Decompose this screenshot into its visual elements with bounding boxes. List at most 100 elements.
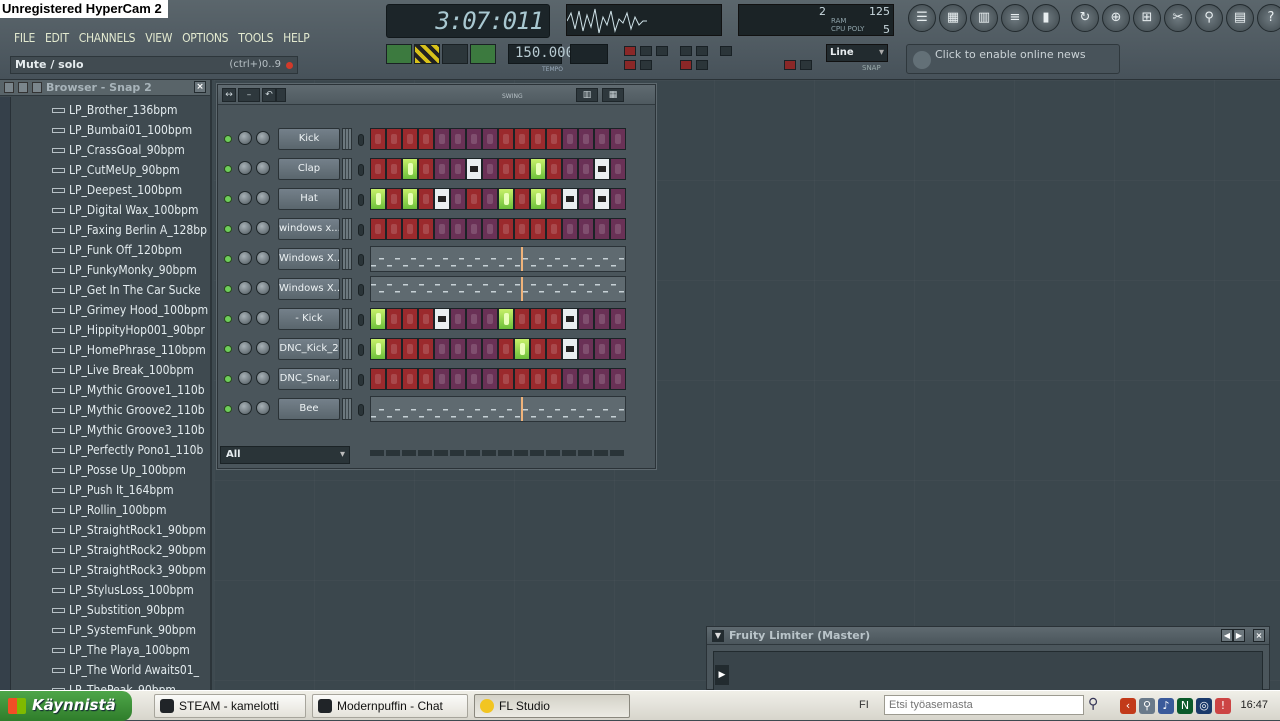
browser-options-button[interactable] [18, 82, 28, 93]
mixer-icon[interactable]: ▮ [1032, 4, 1060, 32]
step-button[interactable] [610, 128, 626, 150]
piano-roll-preview[interactable] [370, 276, 626, 302]
step-button[interactable] [562, 308, 578, 330]
tray-security-icon[interactable]: ! [1215, 698, 1231, 714]
pan-knob[interactable] [238, 281, 252, 295]
channel-name-button[interactable]: Bee [278, 398, 340, 420]
step-button[interactable] [610, 188, 626, 210]
mute-led-icon[interactable] [224, 405, 232, 413]
step-button[interactable] [386, 158, 402, 180]
close-icon[interactable]: × [1253, 629, 1265, 642]
step-button[interactable] [434, 158, 450, 180]
blend-toggle[interactable] [624, 60, 636, 70]
step-button[interactable] [402, 338, 418, 360]
step-button[interactable] [594, 308, 610, 330]
save-icon[interactable]: ⊕ [1102, 4, 1130, 32]
channel-name-button[interactable]: Hat [278, 188, 340, 210]
step-button[interactable] [482, 218, 498, 240]
playlist-icon[interactable]: ☰ [908, 4, 936, 32]
browser-item[interactable]: LP_Faxing Berlin A_128bp [12, 220, 210, 240]
menu-tools[interactable]: TOOLS [234, 28, 277, 50]
step-button[interactable] [530, 128, 546, 150]
browser-item[interactable]: LP_StraightRock3_90bpm [12, 560, 210, 580]
export-icon[interactable]: ⊞ [1133, 4, 1161, 32]
step-button[interactable] [450, 368, 466, 390]
step-button[interactable] [450, 158, 466, 180]
mute-led-icon[interactable] [224, 225, 232, 233]
tempo-display[interactable]: 150.000 [508, 44, 574, 64]
piano-roll-icon[interactable]: ▥ [970, 4, 998, 32]
step-button[interactable] [402, 368, 418, 390]
step-button[interactable] [578, 308, 594, 330]
step-sequencer-icon[interactable]: ▦ [939, 4, 967, 32]
tools-icon[interactable]: ✂ [1164, 4, 1192, 32]
piano-roll-preview[interactable] [370, 396, 626, 422]
pan-knob[interactable] [238, 131, 252, 145]
mute-led-icon[interactable] [224, 255, 232, 263]
step-button[interactable] [434, 218, 450, 240]
menu-file[interactable]: FILE [10, 28, 39, 50]
step-button[interactable] [562, 128, 578, 150]
channel-name-button[interactable]: DNC_Kick_2 [278, 338, 340, 360]
mute-led-icon[interactable] [224, 375, 232, 383]
menu-edit[interactable]: EDIT [41, 28, 73, 50]
step-button[interactable] [466, 368, 482, 390]
language-indicator[interactable]: FI [859, 699, 869, 711]
step-sequencer-titlebar[interactable]: ↔ – ↶ SWING ▥ ▦ [218, 85, 655, 105]
snap-options[interactable] [800, 60, 812, 70]
step-button[interactable] [498, 308, 514, 330]
step-button[interactable] [402, 188, 418, 210]
limiter-menu-icon[interactable]: ▼ [712, 630, 724, 642]
snap-mode-select[interactable]: Line [826, 44, 888, 62]
channel-name-button[interactable]: - Kick [278, 308, 340, 330]
wait-toggle[interactable] [640, 46, 652, 56]
step-button[interactable] [482, 368, 498, 390]
channel-name-button[interactable]: Clap [278, 158, 340, 180]
refresh-icon[interactable]: ↻ [1071, 4, 1099, 32]
stop-button[interactable] [442, 44, 468, 64]
browser-item[interactable]: LP_CrassGoal_90bpm [12, 140, 210, 160]
pan-knob[interactable] [238, 401, 252, 415]
step-button[interactable] [530, 158, 546, 180]
step-button[interactable] [546, 338, 562, 360]
step-button[interactable] [514, 218, 530, 240]
menu-help[interactable]: HELP [279, 28, 313, 50]
channel-select-toggle[interactable] [358, 314, 364, 326]
step-button[interactable] [434, 128, 450, 150]
volume-knob[interactable] [256, 371, 270, 385]
step-button[interactable] [370, 368, 386, 390]
browser-item[interactable]: LP_Digital Wax_100bpm [12, 200, 210, 220]
step-button[interactable] [450, 218, 466, 240]
previous-preset-icon[interactable]: ◀ [1221, 629, 1233, 642]
browser-item[interactable]: LP_StraightRock1_90bpm [12, 520, 210, 540]
menu-view[interactable]: VIEW [141, 28, 176, 50]
step-button[interactable] [610, 338, 626, 360]
mute-led-icon[interactable] [224, 315, 232, 323]
step-button[interactable] [514, 308, 530, 330]
step-edit-toggle[interactable] [680, 46, 692, 56]
task-chat[interactable]: Modernpuffin - Chat [312, 694, 468, 718]
step-button[interactable] [546, 128, 562, 150]
step-button[interactable] [594, 188, 610, 210]
step-button[interactable] [530, 188, 546, 210]
volume-knob[interactable] [256, 191, 270, 205]
step-button[interactable] [418, 188, 434, 210]
step-button[interactable] [402, 128, 418, 150]
desktop-search-input[interactable] [884, 695, 1084, 715]
step-button[interactable] [546, 158, 562, 180]
tray-norton-icon[interactable]: N [1177, 698, 1193, 714]
step-button[interactable] [450, 338, 466, 360]
play-button[interactable] [414, 44, 440, 64]
browser-item[interactable]: LP_Live Break_100bpm [12, 360, 210, 380]
step-button[interactable] [418, 158, 434, 180]
channel-select-toggle[interactable] [358, 164, 364, 176]
browser-item[interactable]: LP_SystemFunk_90bpm [12, 620, 210, 640]
step-button[interactable] [498, 218, 514, 240]
step-button[interactable] [450, 128, 466, 150]
volume-knob[interactable] [256, 311, 270, 325]
step-button[interactable] [418, 218, 434, 240]
step-button[interactable] [578, 188, 594, 210]
step-button[interactable] [370, 338, 386, 360]
channel-select-toggle[interactable] [358, 194, 364, 206]
browser-item[interactable]: LP_Posse Up_100bpm [12, 460, 210, 480]
